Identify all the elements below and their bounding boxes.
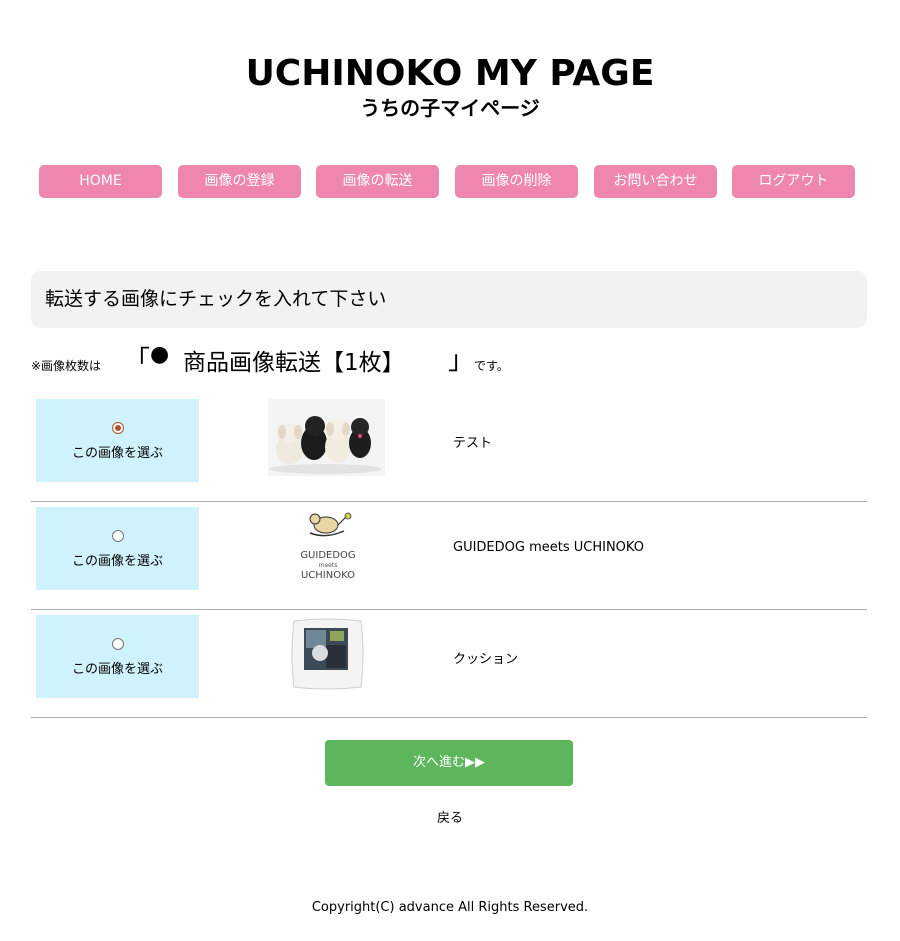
count-bullet: ● — [150, 342, 170, 367]
image-name: テスト — [453, 436, 493, 451]
select-image-cell[interactable]: この画像を選ぶ — [36, 507, 199, 590]
guidedog-logo-thumbnail: GUIDEDOG meets UCHINOKO — [288, 507, 368, 584]
nav-transfer-image-button[interactable]: 画像の転送 — [316, 165, 439, 198]
count-prefix: ※画像枚数は — [31, 359, 102, 373]
site-title: UCHINOKO MY PAGE — [245, 53, 655, 94]
main-nav: HOME 画像の登録 画像の転送 画像の削除 お問い合わせ ログアウト — [39, 165, 861, 198]
count-value: 商品画像転送【1枚】 — [183, 350, 405, 376]
count-bracket-close: 」 — [448, 346, 475, 376]
count-suffix: です。 — [474, 359, 509, 373]
select-image-label: この画像を選ぶ — [71, 554, 163, 569]
nav-register-image-button[interactable]: 画像の登録 — [178, 165, 301, 198]
select-image-radio[interactable] — [112, 422, 124, 434]
image-row: この画像を選ぶ クッション — [31, 610, 867, 718]
select-image-cell[interactable]: この画像を選ぶ — [36, 615, 199, 698]
select-image-radio[interactable] — [112, 530, 124, 542]
back-link[interactable]: 戻る — [0, 807, 900, 826]
select-image-radio[interactable] — [112, 638, 124, 650]
nav-home-button[interactable]: HOME — [39, 165, 162, 198]
nav-logout-button[interactable]: ログアウト — [732, 165, 855, 198]
logo-text-uchinoko: UCHINOKO — [301, 570, 355, 581]
image-row: この画像を選ぶ GUIDEDOG meets UCHINOKO GUIDEDOG… — [31, 502, 867, 610]
select-image-cell[interactable]: この画像を選ぶ — [36, 399, 199, 482]
count-bracket-open: 「 — [124, 346, 151, 376]
image-row: この画像を選ぶ テスト — [31, 394, 867, 502]
cushion-thumbnail — [290, 615, 365, 692]
instruction-banner: 転送する画像にチェックを入れて下さい — [31, 271, 867, 328]
copyright-text: Copyright(C) advance All Rights Reserved… — [311, 900, 589, 915]
logo-text-meets: meets — [319, 562, 338, 569]
puppies-thumbnail — [268, 399, 385, 476]
nav-contact-button[interactable]: お問い合わせ — [594, 165, 717, 198]
image-name: クッション — [453, 652, 519, 667]
site-subtitle: うちの子マイページ — [360, 96, 540, 120]
select-image-label: この画像を選ぶ — [71, 446, 163, 461]
nav-delete-image-button[interactable]: 画像の削除 — [455, 165, 578, 198]
next-button[interactable]: 次へ進む▶▶ — [325, 740, 573, 786]
select-image-label: この画像を選ぶ — [71, 662, 163, 677]
image-count-line: ※画像枚数は 「 ● 商品画像転送【1枚】 」 です。 — [31, 340, 871, 380]
image-name: GUIDEDOG meets UCHINOKO — [453, 540, 644, 555]
logo-text-guidedog: GUIDEDOG — [300, 550, 355, 561]
